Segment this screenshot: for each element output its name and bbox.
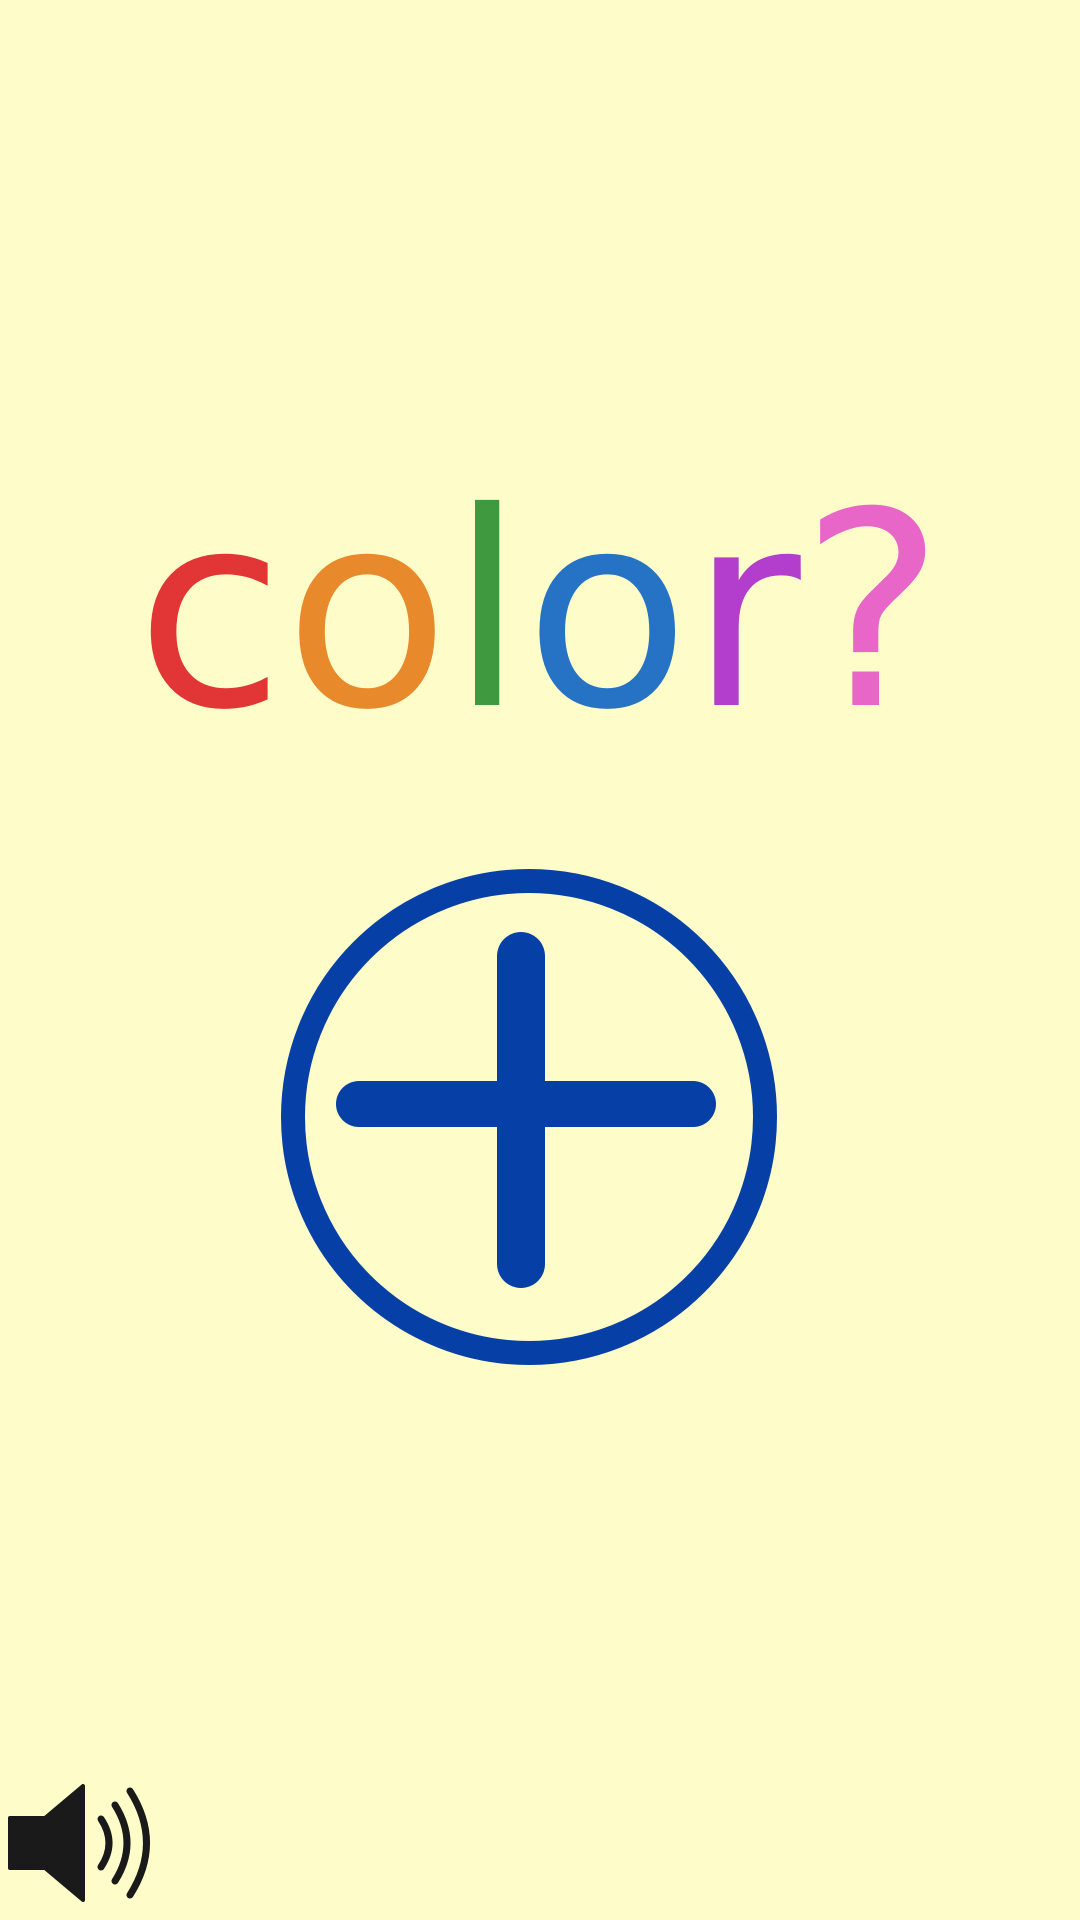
sound-toggle-button[interactable] [5, 1783, 155, 1903]
sound-wave-large [126, 1787, 150, 1899]
title-letter-r: r [690, 470, 804, 730]
app-title: color? [0, 470, 1080, 730]
title-letter-c: c [136, 470, 284, 730]
add-button[interactable] [280, 868, 778, 1366]
title-letter-o2: o [525, 470, 690, 730]
title-letter-o1: o [284, 470, 449, 730]
sound-wave-medium [111, 1801, 131, 1885]
speaker-body [8, 1784, 85, 1902]
plus-circle-icon [281, 869, 777, 1365]
app-title-text: color? [136, 470, 944, 730]
sound-wave-small [97, 1815, 113, 1871]
app-title-wordmark: color? [136, 470, 944, 730]
speaker-volume-icon [8, 1784, 150, 1902]
title-letter-l: l [450, 470, 525, 730]
title-letter-question: ? [801, 470, 944, 730]
